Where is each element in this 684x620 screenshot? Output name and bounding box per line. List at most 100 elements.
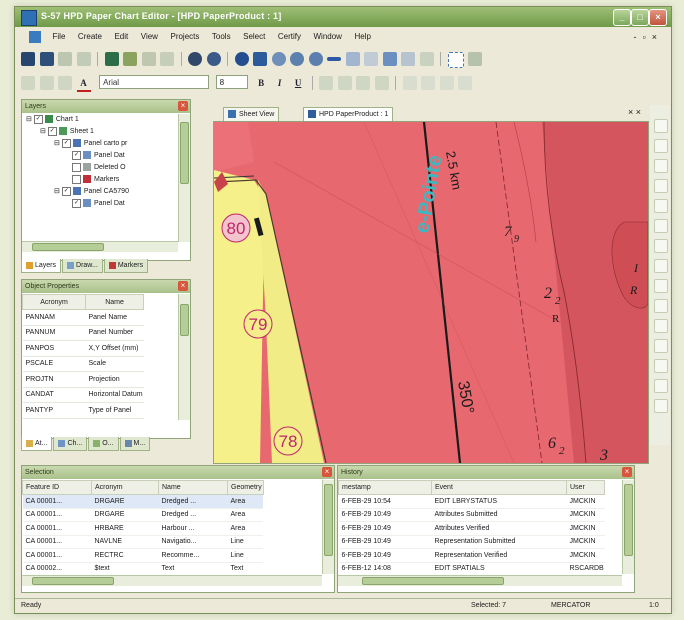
- tree-node-panel-ca5790[interactable]: ⊟ ✓ Panel CA5790: [22, 186, 178, 198]
- layers-panel-close-icon[interactable]: ×: [178, 101, 188, 111]
- tool-circle-icon[interactable]: [654, 199, 668, 213]
- tool-point-icon[interactable]: [654, 259, 668, 273]
- chart-map-canvas[interactable]: 80 79 78 e-Pointe 2.5 km 350° 7 9 2 2 R …: [213, 121, 649, 464]
- justify-right-icon[interactable]: [356, 76, 371, 90]
- menu-certify[interactable]: Certify: [273, 29, 306, 44]
- zoom-in-icon[interactable]: [290, 52, 305, 66]
- feature-row[interactable]: CA 00001... HRBARE Harbour ... Area: [22, 521, 264, 536]
- globe-icon[interactable]: [188, 52, 203, 66]
- tab-o[interactable]: O...: [88, 437, 119, 451]
- filter-icon[interactable]: [419, 52, 434, 66]
- scroll-thumb[interactable]: [624, 484, 633, 556]
- history-row[interactable]: 6-FEB-12 14:08 EDIT SPATIALS RSCARDB: [338, 562, 605, 576]
- menu-window[interactable]: Window: [309, 29, 347, 44]
- column-header-name[interactable]: Name: [84, 294, 145, 310]
- history-row[interactable]: 6-FEB-29 10:49 Attributes Submitted JMCKIN: [338, 508, 605, 522]
- tool-text-icon[interactable]: [654, 239, 668, 253]
- layer-icon[interactable]: [104, 52, 119, 66]
- history-panel-close-icon[interactable]: ×: [622, 467, 632, 477]
- undo-icon[interactable]: [141, 52, 156, 66]
- tool-line-icon[interactable]: [654, 139, 668, 153]
- align-center-icon[interactable]: [39, 76, 54, 90]
- italic-icon[interactable]: I: [273, 76, 287, 90]
- checkbox-icon[interactable]: ✓: [47, 126, 57, 136]
- pointer-icon[interactable]: [468, 52, 483, 66]
- checkbox-icon[interactable]: ✓: [33, 114, 43, 124]
- tab-markers[interactable]: Markers: [103, 259, 149, 273]
- checkbox-icon[interactable]: [72, 162, 81, 172]
- tree-node-panel-carto[interactable]: ⊟ ✓ Panel carto pr: [22, 138, 178, 150]
- column-header-event[interactable]: Event: [431, 480, 567, 495]
- property-row[interactable]: PANTYP Type of Panel: [22, 402, 144, 419]
- mdi-controls[interactable]: -▫×: [634, 32, 663, 42]
- tree-node-markers[interactable]: Markers: [22, 174, 178, 186]
- properties-vscrollbar[interactable]: [178, 294, 190, 420]
- align-right-icon[interactable]: [58, 76, 73, 90]
- pan-icon[interactable]: [234, 52, 249, 66]
- zoom-out-icon[interactable]: [308, 52, 323, 66]
- history-row[interactable]: 6-FEB-29 10:49 Attributes Verified JMCKIN: [338, 521, 605, 536]
- close-button[interactable]: ×: [649, 9, 667, 26]
- bold-icon[interactable]: B: [254, 76, 268, 90]
- history-vscrollbar[interactable]: [622, 480, 634, 574]
- tool-move-icon[interactable]: [654, 299, 668, 313]
- layers-hscrollbar[interactable]: [22, 241, 178, 252]
- tool-polygon-icon[interactable]: [654, 219, 668, 233]
- scroll-thumb[interactable]: [32, 243, 104, 251]
- property-row[interactable]: PANNUM Panel Number: [22, 325, 144, 341]
- text-box-icon[interactable]: [402, 76, 417, 90]
- checkbox-icon[interactable]: ✓: [61, 186, 71, 196]
- border-icon[interactable]: [439, 76, 454, 90]
- minimize-button[interactable]: _: [613, 9, 631, 26]
- tool-scale-icon[interactable]: [654, 339, 668, 353]
- doc-tabs-close-icon[interactable]: × ×: [628, 107, 641, 117]
- underline-icon[interactable]: U: [291, 76, 305, 90]
- menu-select[interactable]: Select: [238, 29, 270, 44]
- tree-node-chart[interactable]: ⊟ ✓ Chart 1: [22, 114, 178, 126]
- column-header-feature-id[interactable]: Feature ID: [22, 480, 92, 495]
- checkbox-icon[interactable]: ✓: [61, 138, 71, 148]
- layers-vscrollbar[interactable]: [178, 114, 190, 242]
- scroll-thumb[interactable]: [180, 304, 189, 336]
- feature-row[interactable]: CA 00001... RECTRC Recomme... Line: [22, 548, 264, 563]
- tree-node-deleted[interactable]: Deleted O: [22, 162, 178, 174]
- feature-row[interactable]: CA 00001... NAVLNE Navigatio... Line: [22, 535, 264, 549]
- menu-projects[interactable]: Projects: [165, 29, 204, 44]
- justify-left-icon[interactable]: [319, 76, 334, 90]
- print-icon[interactable]: [58, 52, 73, 66]
- tree-node-panel-dat-2[interactable]: ✓ Panel Dat: [22, 198, 178, 210]
- open-icon[interactable]: [21, 52, 35, 66]
- tool-delete-icon[interactable]: [654, 399, 668, 413]
- tab-sheet-view[interactable]: Sheet View: [223, 107, 280, 121]
- tool-polyline-icon[interactable]: [654, 159, 668, 173]
- tool-rotate-icon[interactable]: [654, 319, 668, 333]
- select-box-icon[interactable]: [447, 52, 464, 68]
- tab-draw[interactable]: Draw...: [62, 259, 103, 273]
- property-row[interactable]: PANPOS X,Y Offset (mm): [22, 340, 144, 357]
- checkbox-icon[interactable]: ✓: [72, 198, 81, 208]
- property-row[interactable]: PSCALE Scale: [22, 356, 144, 372]
- menu-help[interactable]: Help: [349, 29, 375, 44]
- column-header-geometry[interactable]: Geometry: [227, 480, 264, 495]
- history-row[interactable]: 6-FEB-29 10:49 Representation Verified JMC…: [338, 548, 605, 563]
- column-header-timestamp[interactable]: mestamp: [338, 480, 432, 495]
- font-select[interactable]: Arial: [99, 75, 210, 89]
- menu-view[interactable]: View: [136, 29, 163, 44]
- tree-node-sheet[interactable]: ⊟ ✓ Sheet 1: [22, 126, 178, 138]
- menu-file[interactable]: File: [48, 29, 71, 44]
- measure-icon[interactable]: [327, 57, 342, 61]
- property-row[interactable]: PROJTN Projection: [22, 371, 144, 388]
- selection-hscrollbar[interactable]: [22, 575, 322, 586]
- fill-icon[interactable]: [458, 76, 473, 90]
- refresh-icon[interactable]: [206, 52, 221, 66]
- zoom-icon[interactable]: [271, 52, 286, 66]
- tool-pencil-icon[interactable]: [654, 119, 668, 133]
- chart-map-svg[interactable]: 80 79 78 e-Pointe 2.5 km 350° 7 9 2 2 R …: [214, 122, 648, 463]
- save-icon[interactable]: [39, 52, 54, 66]
- tab-m[interactable]: M...: [119, 437, 151, 451]
- property-row[interactable]: PANNAM Panel Name: [22, 309, 144, 326]
- column-header-name[interactable]: Name: [158, 480, 228, 495]
- scroll-thumb[interactable]: [32, 577, 114, 585]
- history-row[interactable]: 6-FEB-29 10:54 EDIT LBRYSTATUS JMCKIN: [338, 494, 605, 509]
- tool-split-icon[interactable]: [654, 359, 668, 373]
